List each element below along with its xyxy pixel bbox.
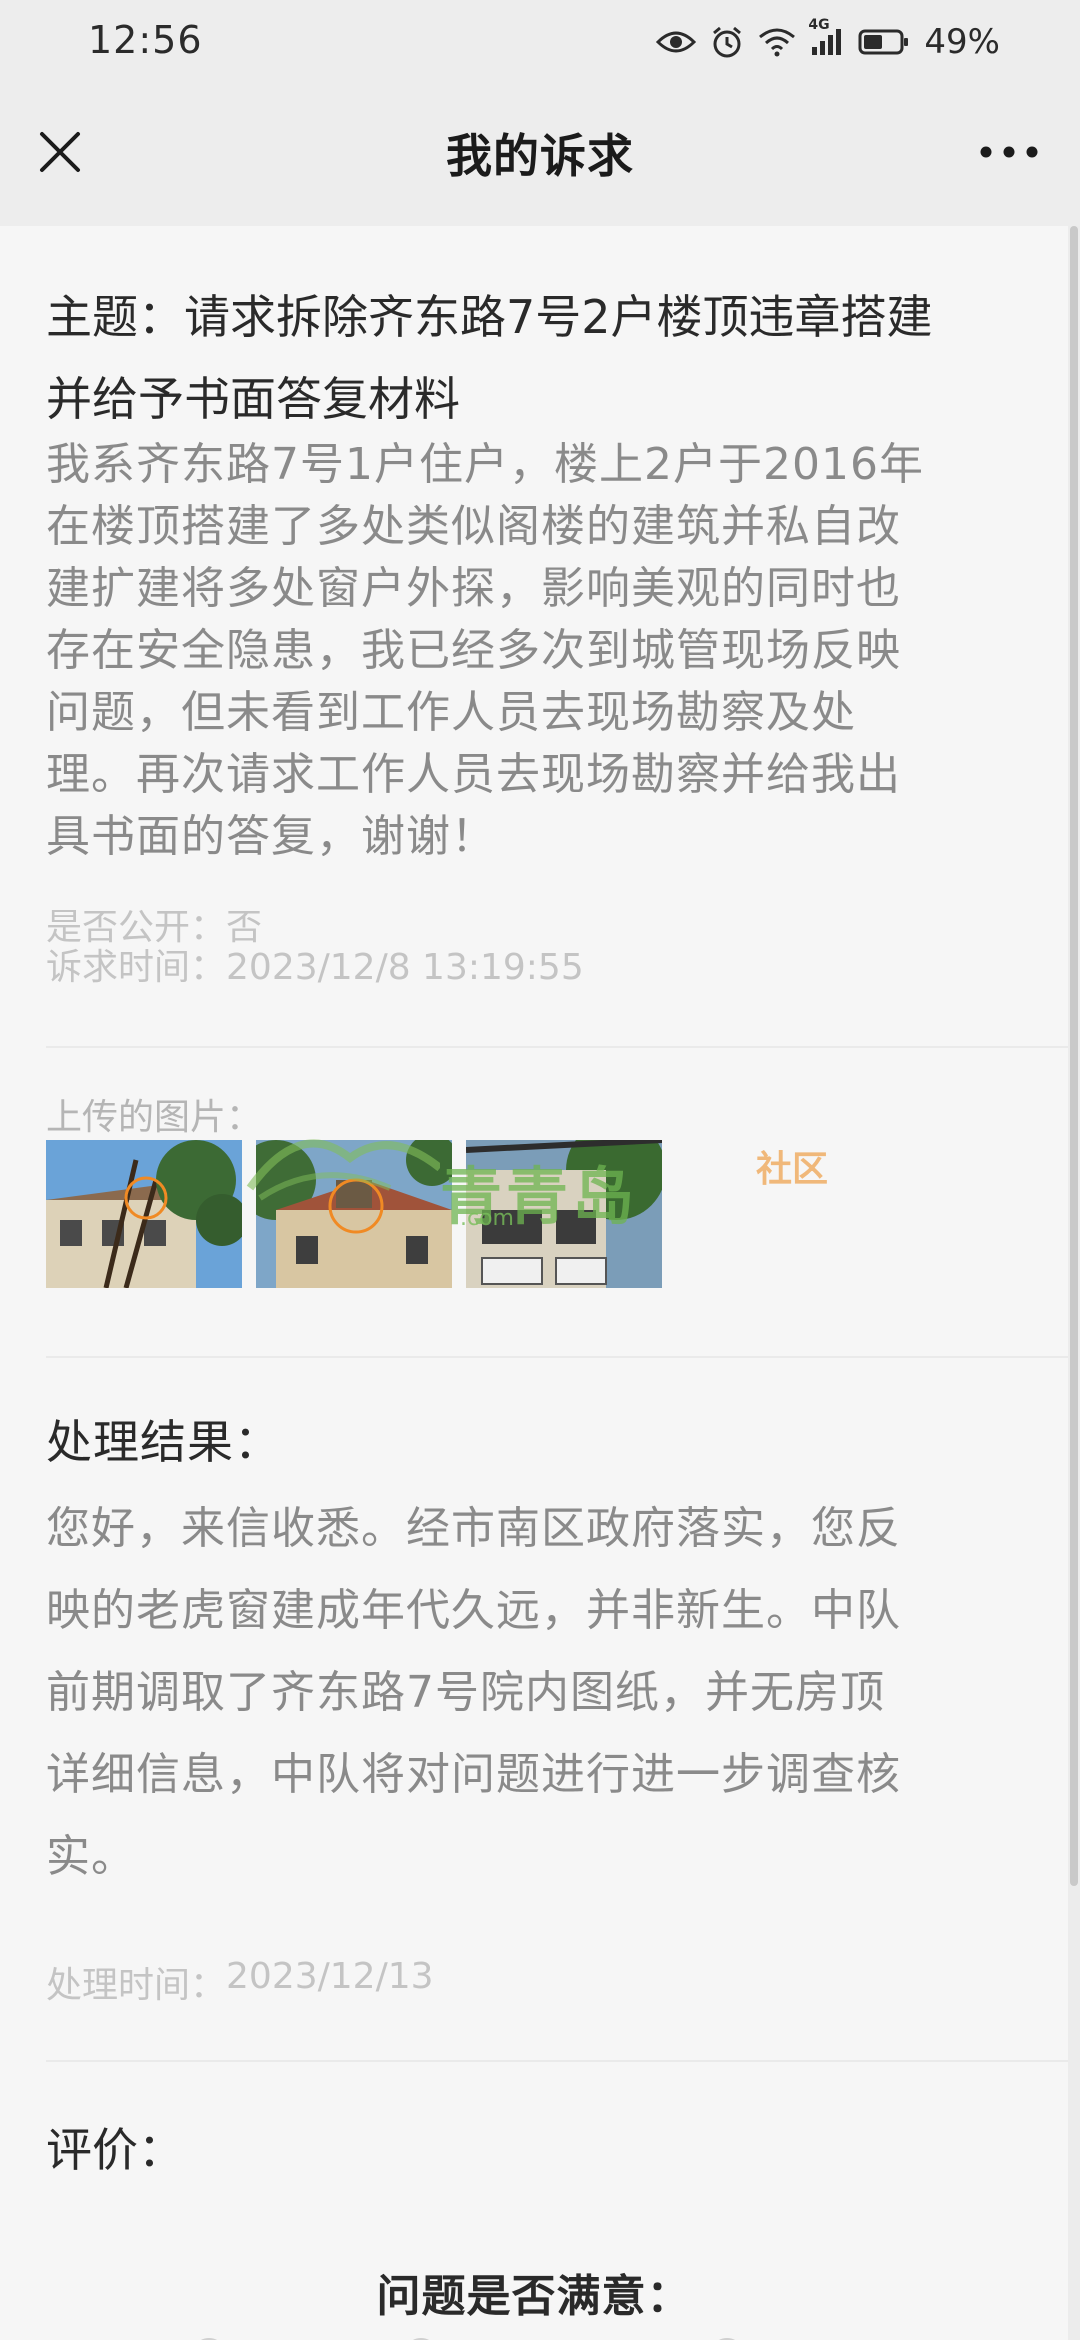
wifi-icon [758, 27, 796, 57]
nav-bar: 我的诉求 [0, 84, 1080, 226]
result-line: 前期调取了齐东路7号院内图纸，并无房顶 [46, 1667, 885, 1718]
result-time-value: 2023/12/13 [226, 1956, 434, 1997]
result-line: 详细信息，中队将对问题进行进一步调查核 [46, 1749, 901, 1800]
result-time-row: 处理时间： 2023/12/13 [46, 1956, 1022, 2008]
status-time: 12:56 [88, 18, 203, 62]
divider [46, 1046, 1068, 1048]
description-line: 在楼顶搭建了多处类似阁楼的建筑并私自改 [46, 501, 901, 552]
alarm-icon [710, 25, 744, 59]
result-line: 您好，来信收悉。经市南区政府落实，您反 [46, 1503, 901, 1554]
result-time-label: 处理时间： [46, 1965, 227, 2006]
petition-subject: 主题：请求拆除齐东路7号2户楼顶违章搭建 并给予书面答复材料 [46, 276, 1022, 440]
battery-percent: 49% [924, 22, 1000, 62]
description-line: 具书面的答复，谢谢！ [46, 811, 496, 862]
result-line: 映的老虎窗建成年代久远，并非新生。中队 [46, 1585, 901, 1636]
petition-time-row: 诉求时间： 2023/12/8 13:19:55 [46, 948, 1022, 988]
petition-time-label: 诉求时间： [46, 947, 227, 988]
divider [46, 1356, 1068, 1358]
uploaded-image-1[interactable] [46, 1140, 242, 1288]
scrollbar[interactable] [1068, 226, 1080, 2340]
content-area[interactable]: 主题：请求拆除齐东路7号2户楼顶违章搭建 并给予书面答复材料 我系齐东路7号1户… [0, 226, 1068, 2340]
public-label: 是否公开： [46, 907, 227, 948]
evaluation-title: 评价： [46, 2123, 184, 2177]
battery-icon [858, 28, 910, 56]
description-line: 存在安全隐患，我已经多次到城管现场反映 [46, 625, 901, 676]
petition-time-value: 2023/12/8 13:19:55 [226, 947, 584, 988]
public-value: 否 [226, 907, 263, 948]
uploaded-image-2[interactable] [256, 1140, 452, 1288]
scrollbar-thumb[interactable] [1070, 226, 1078, 1886]
result-text: 您好，来信收悉。经市南区政府落实，您反 映的老虎窗建成年代久远，并非新生。中队 … [46, 1488, 1022, 1898]
result-title: 处理结果： [46, 1415, 281, 1469]
uploaded-images [46, 1140, 662, 1288]
uploaded-image-3[interactable] [466, 1140, 662, 1288]
public-row: 是否公开： 否 [46, 908, 1022, 948]
network-type: 4G [808, 17, 830, 33]
petition-description: 我系齐东路7号1户住户，楼上2户于2016年 在楼顶搭建了多处类似阁楼的建筑并私… [46, 434, 1022, 868]
signal-icon: 4G [808, 17, 844, 57]
subject-line: 主题：请求拆除齐东路7号2户楼顶违章搭建 [46, 290, 933, 344]
subject-line: 并给予书面答复材料 [46, 372, 460, 426]
description-line: 问题，但未看到工作人员去现场勘察及处 [46, 687, 856, 738]
petition-meta: 是否公开： 否 诉求时间： 2023/12/8 13:19:55 [46, 908, 1022, 988]
eye-icon [656, 28, 697, 56]
result-line: 实。 [46, 1831, 136, 1882]
status-icons: 4G 49% [656, 17, 1000, 66]
status-bar: 12:56 4G 49% [0, 0, 1080, 84]
page-title: 我的诉求 [446, 129, 634, 183]
watermark-community: 社区 [756, 1149, 829, 1190]
description-line: 建扩建将多处窗户外探，影响美观的同时也 [46, 563, 901, 614]
description-line: 我系齐东路7号1户住户，楼上2户于2016年 [46, 439, 924, 490]
uploads-label: 上传的图片： [46, 1097, 263, 1138]
divider [46, 2060, 1068, 2062]
more-icon[interactable] [964, 122, 1054, 182]
description-line: 理。再次请求工作人员去现场勘察并给我出 [46, 749, 901, 800]
satisfaction-question: 问题是否满意： [376, 2271, 692, 2322]
